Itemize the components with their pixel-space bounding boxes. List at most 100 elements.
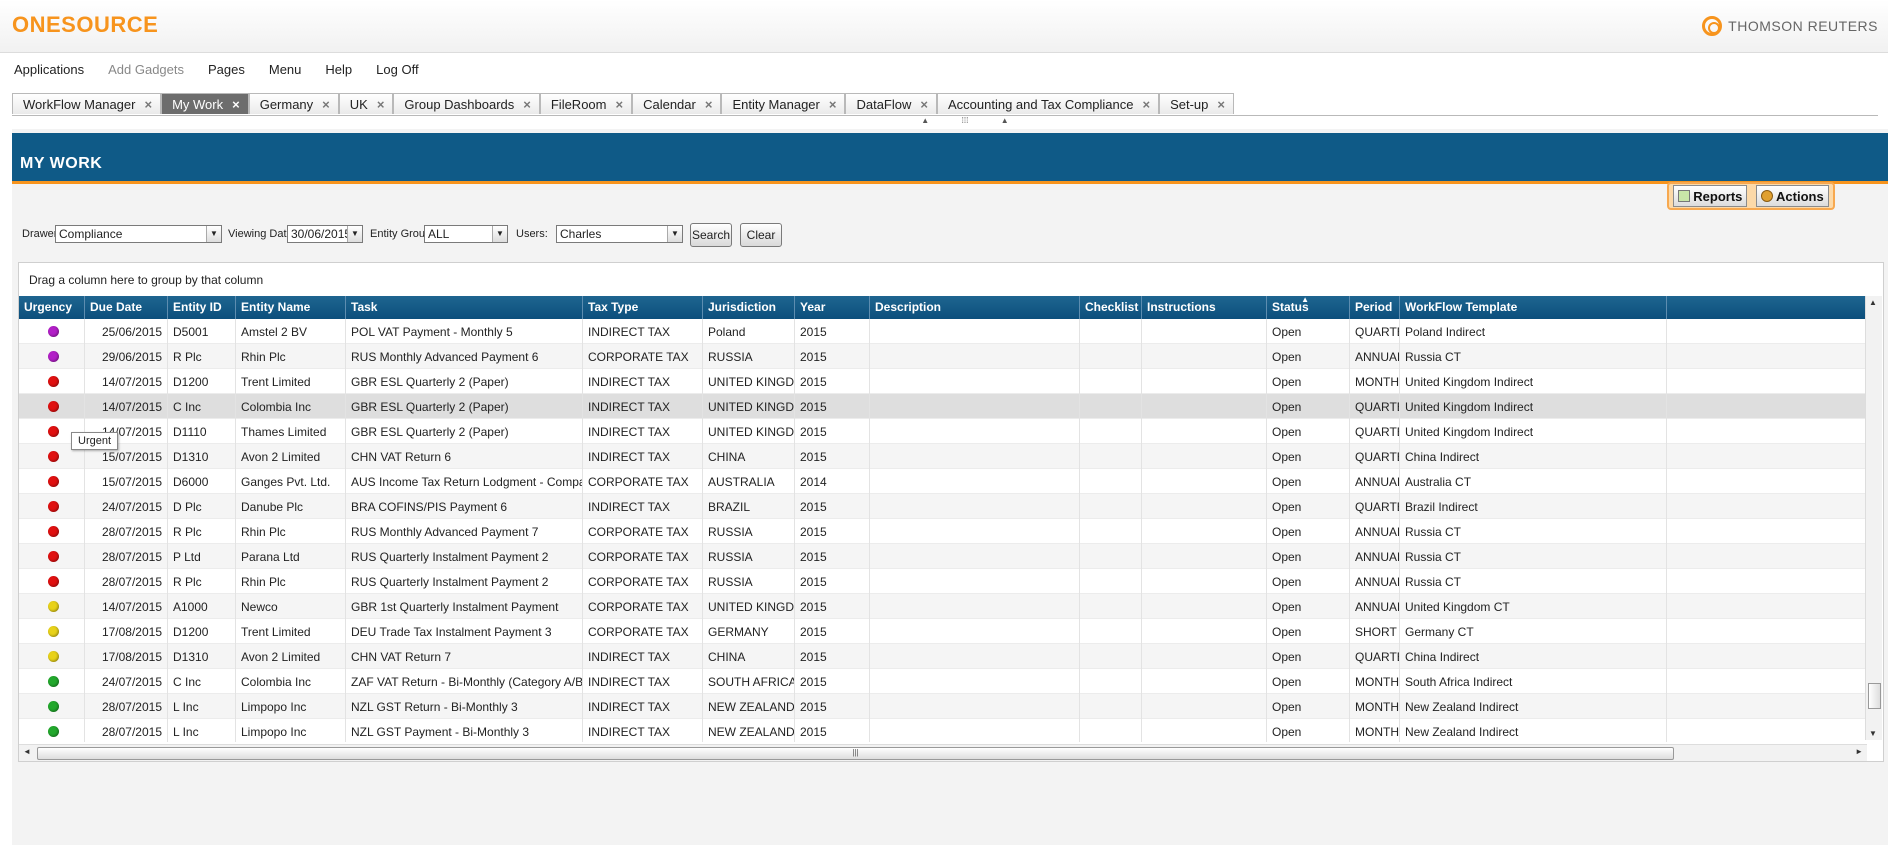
table-row[interactable]: 15/07/2015 D6000 Ganges Pvt. Ltd. AUS Incom… (19, 469, 1867, 494)
tab-calendar[interactable]: Calendar × (632, 93, 722, 114)
table-row[interactable]: 14/07/2015 A1000 Newco GBR 1st Quarterly In… (19, 594, 1867, 619)
tab-uk[interactable]: UK × (338, 93, 394, 114)
grip-icon[interactable]: ⁞⁞⁞ (962, 116, 969, 125)
table-row[interactable]: 25/06/2015 D5001 Amstel 2 BV POL VAT Paymen… (19, 319, 1867, 344)
table-row[interactable]: 28/07/2015 P Ltd Parana Ltd RUS Quarterly I… (19, 544, 1867, 569)
chevron-down-icon[interactable]: ▼ (206, 226, 221, 242)
column-header-period[interactable]: Period (1350, 296, 1400, 319)
urgency-indicator-icon[interactable] (48, 576, 59, 587)
urgency-indicator-icon[interactable] (48, 451, 59, 462)
chevron-down-icon[interactable]: ▼ (667, 226, 682, 242)
urgency-indicator-icon[interactable] (48, 501, 59, 512)
entity-group-select[interactable]: ALL ▼ (424, 225, 508, 243)
tab-dataflow[interactable]: DataFlow × (845, 93, 937, 114)
close-icon[interactable]: × (1217, 97, 1225, 112)
scroll-right-icon[interactable]: ► (1855, 747, 1863, 756)
menu-add-gadgets[interactable]: Add Gadgets (108, 62, 184, 77)
column-header-instructions[interactable]: Instructions (1142, 296, 1267, 319)
expand-arrow-icon[interactable]: ▲ (1001, 116, 1009, 125)
menu-log-off[interactable]: Log Off (376, 62, 418, 77)
table-row[interactable]: 24/07/2015 D Plc Danube Plc BRA COFINS/PIS … (19, 494, 1867, 519)
close-icon[interactable]: × (377, 97, 385, 112)
close-icon[interactable]: × (920, 97, 928, 112)
users-select[interactable]: Charles ▼ (556, 225, 683, 243)
column-header-workflow-template[interactable]: WorkFlow Template (1400, 296, 1667, 319)
close-icon[interactable]: × (322, 97, 330, 112)
close-icon[interactable]: × (144, 97, 152, 112)
menu-pages[interactable]: Pages (208, 62, 245, 77)
tab-accounting-and-tax-compliance[interactable]: Accounting and Tax Compliance × (936, 93, 1160, 114)
vertical-scrollbar[interactable]: ▲ ▼ (1865, 296, 1882, 740)
tab-workflow-manager[interactable]: WorkFlow Manager × (12, 93, 162, 114)
table-row[interactable]: 28/07/2015 L Inc Limpopo Inc NZL GST Return… (19, 694, 1867, 719)
menu-applications[interactable]: Applications (14, 62, 84, 77)
tab-fileroom[interactable]: FileRoom × (539, 93, 633, 114)
urgency-indicator-icon[interactable] (48, 601, 59, 612)
tab-germany[interactable]: Germany × (248, 93, 339, 114)
urgency-indicator-icon[interactable] (48, 626, 59, 637)
urgency-indicator-icon[interactable] (48, 526, 59, 537)
urgency-indicator-icon[interactable] (48, 351, 59, 362)
column-header-status[interactable]: Status ▲ (1267, 296, 1350, 319)
urgency-indicator-icon[interactable] (48, 651, 59, 662)
table-row[interactable]: 14/07/2015 D1110 Thames Limited GBR ESL Qua… (19, 419, 1867, 444)
close-icon[interactable]: × (615, 97, 623, 112)
close-icon[interactable]: × (705, 97, 713, 112)
scroll-down-icon[interactable]: ▼ (1869, 729, 1877, 738)
tab-set-up[interactable]: Set-up × (1159, 93, 1234, 114)
urgency-indicator-icon[interactable] (48, 476, 59, 487)
table-row[interactable]: 28/07/2015 R Plc Rhin Plc RUS Monthly Advan… (19, 519, 1867, 544)
horizontal-scroll-thumb[interactable]: ||| (37, 747, 1674, 760)
table-row[interactable]: 17/08/2015 D1310 Avon 2 Limited CHN VAT Ret… (19, 644, 1867, 669)
urgency-indicator-icon[interactable] (48, 426, 59, 437)
urgency-indicator-icon[interactable] (48, 676, 59, 687)
urgency-indicator-icon[interactable] (48, 326, 59, 337)
urgency-indicator-icon[interactable] (48, 551, 59, 562)
table-row[interactable]: 28/07/2015 R Plc Rhin Plc RUS Quarterly Ins… (19, 569, 1867, 594)
vertical-scroll-thumb[interactable] (1868, 683, 1881, 709)
search-button[interactable]: Search (690, 223, 732, 247)
column-header-description[interactable]: Description (870, 296, 1080, 319)
actions-button[interactable]: Actions (1756, 185, 1829, 207)
chevron-down-icon[interactable]: ▼ (347, 226, 362, 242)
reports-button[interactable]: Reports (1673, 185, 1748, 207)
urgency-indicator-icon[interactable] (48, 701, 59, 712)
urgency-indicator-icon[interactable] (48, 401, 59, 412)
column-header-jurisdiction[interactable]: Jurisdiction (703, 296, 795, 319)
column-header-checklist[interactable]: Checklist (1080, 296, 1142, 319)
table-row[interactable]: 28/07/2015 L Inc Limpopo Inc NZL GST Paymen… (19, 719, 1867, 742)
scroll-left-icon[interactable]: ◄ (23, 747, 31, 756)
column-header-urgency[interactable]: Urgency (19, 296, 85, 319)
column-header-entity-id[interactable]: Entity ID (168, 296, 236, 319)
close-icon[interactable]: × (1142, 97, 1150, 112)
column-header-task[interactable]: Task (346, 296, 583, 319)
menu-help[interactable]: Help (325, 62, 352, 77)
scroll-up-icon[interactable]: ▲ (1869, 298, 1877, 307)
tab-my-work[interactable]: My Work × (161, 93, 249, 114)
tab-entity-manager[interactable]: Entity Manager × (721, 93, 846, 114)
table-row[interactable]: 14/07/2015 D1200 Trent Limited GBR ESL Quar… (19, 369, 1867, 394)
table-row[interactable]: 29/06/2015 R Plc Rhin Plc RUS Monthly Advan… (19, 344, 1867, 369)
table-row[interactable]: 14/07/2015 C Inc Colombia Inc GBR ESL Quart… (19, 394, 1867, 419)
close-icon[interactable]: × (232, 97, 240, 112)
panel-splitter[interactable]: ▲ ⁞⁞⁞ ▲ (905, 116, 1025, 125)
horizontal-scrollbar[interactable]: ◄ ||| ► (19, 744, 1867, 761)
close-icon[interactable]: × (829, 97, 837, 112)
urgency-indicator-icon[interactable] (48, 726, 59, 737)
clear-button[interactable]: Clear (740, 223, 782, 247)
column-header-tax-type[interactable]: Tax Type (583, 296, 703, 319)
chevron-down-icon[interactable]: ▼ (492, 226, 507, 242)
table-row[interactable]: 24/07/2015 C Inc Colombia Inc ZAF VAT Retur… (19, 669, 1867, 694)
tab-group-dashboards[interactable]: Group Dashboards × (393, 93, 540, 114)
viewing-date-picker[interactable]: 30/06/2015 ▼ (287, 225, 363, 243)
table-row[interactable]: 17/08/2015 D1200 Trent Limited DEU Trade Ta… (19, 619, 1867, 644)
column-header-due-date[interactable]: Due Date (85, 296, 168, 319)
column-header-year[interactable]: Year (795, 296, 870, 319)
menu-menu[interactable]: Menu (269, 62, 302, 77)
close-icon[interactable]: × (523, 97, 531, 112)
urgency-indicator-icon[interactable] (48, 376, 59, 387)
collapse-arrow-icon[interactable]: ▲ (921, 116, 929, 125)
drawer-select[interactable]: Compliance ▼ (55, 225, 222, 243)
table-row[interactable]: 15/07/2015 D1310 Avon 2 Limited CHN VAT Ret… (19, 444, 1867, 469)
column-header-entity-name[interactable]: Entity Name (236, 296, 346, 319)
